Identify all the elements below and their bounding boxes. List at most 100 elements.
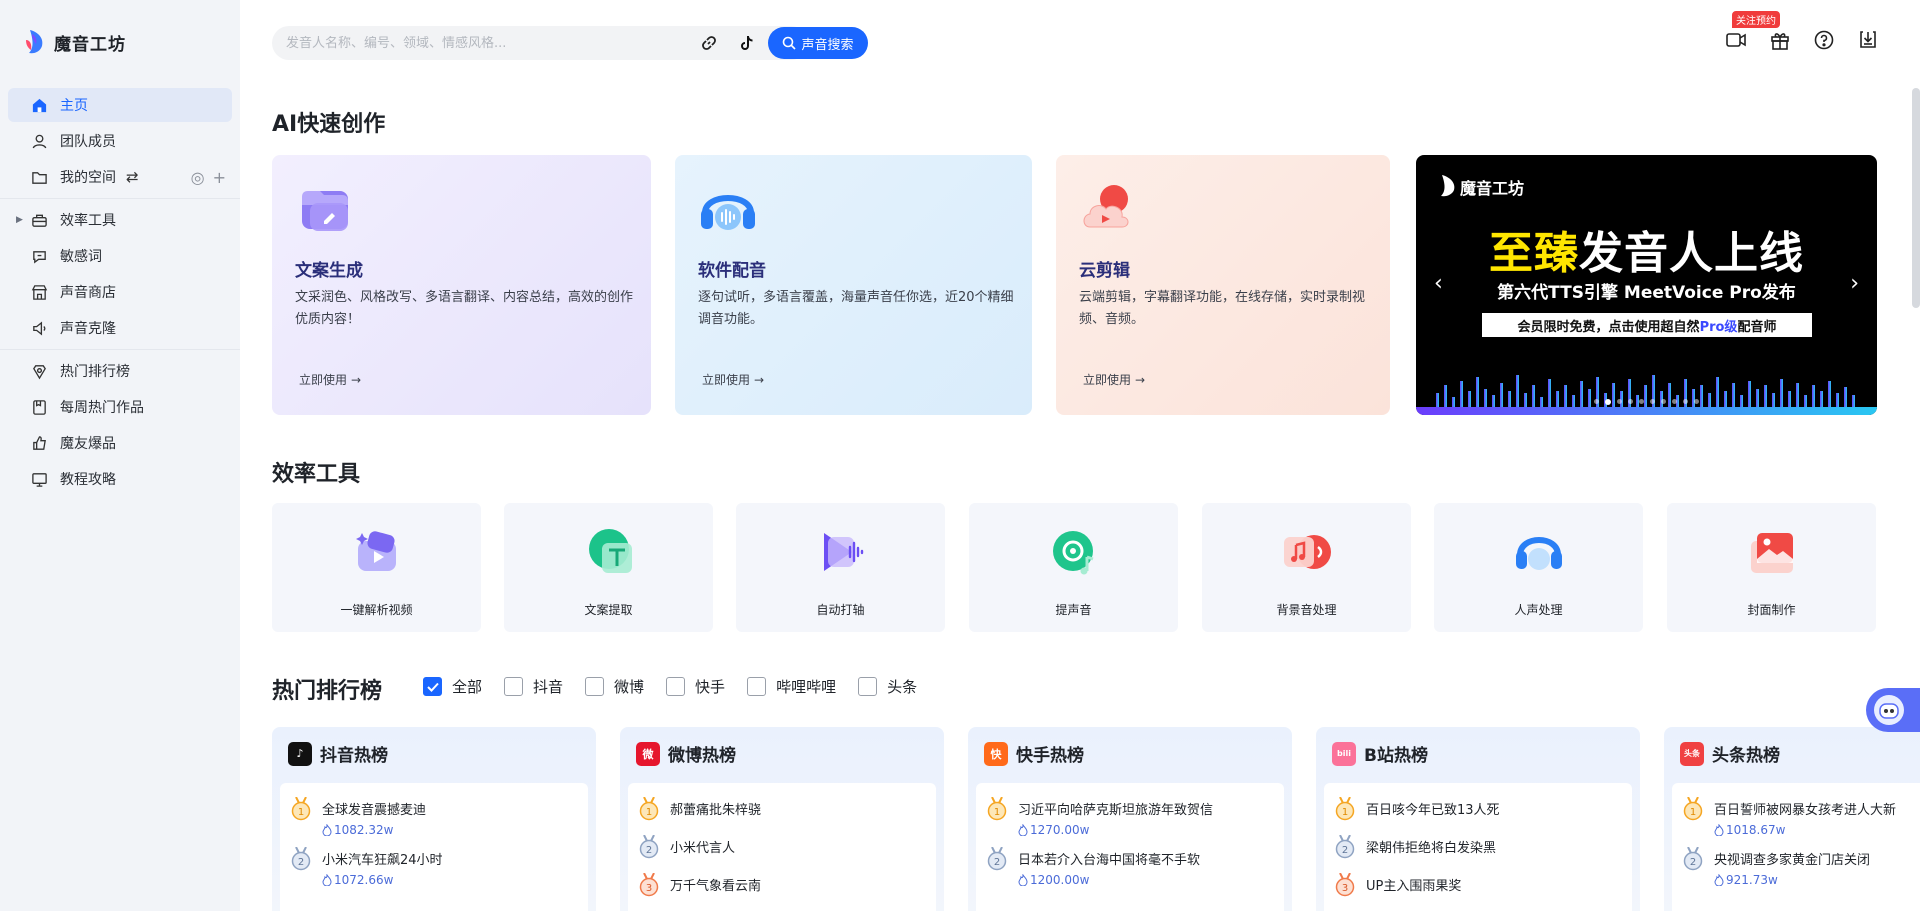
- sidebar-item-label: 团队成员: [60, 134, 116, 150]
- download-icon[interactable]: [1856, 28, 1880, 52]
- help-icon[interactable]: [1812, 28, 1836, 52]
- tool-extract-voice[interactable]: 提声音: [969, 503, 1178, 632]
- tool-extract-text[interactable]: 文案提取: [504, 503, 713, 632]
- item-title: 央视调查多家黄金门店关闭: [1714, 853, 1871, 868]
- filter-all[interactable]: 全部: [423, 676, 482, 697]
- voice-search-button[interactable]: 声音搜索: [768, 27, 868, 59]
- checkbox-checked[interactable]: [423, 677, 442, 696]
- carousel-dot[interactable]: [1594, 399, 1599, 404]
- tool-label: 自动打轴: [816, 603, 865, 617]
- banner-brand: 魔音工坊: [1460, 179, 1525, 198]
- brand[interactable]: 魔音工坊: [24, 28, 126, 56]
- sidebar-item-tutorial[interactable]: 教程攻略: [8, 462, 232, 496]
- banner-headline-highlight: 至臻: [1489, 228, 1579, 279]
- video-camera-icon[interactable]: [1724, 28, 1748, 52]
- settings-icon[interactable]: ◎: [191, 168, 205, 187]
- gift-icon[interactable]: [1768, 28, 1792, 52]
- checkbox[interactable]: [585, 677, 605, 696]
- software-dubbing-card[interactable]: 软件配音 逐句试听，多语言覆盖，海量声音任你选，近20个精细调音功能。 立即使用…: [675, 155, 1032, 415]
- filter-label: 头条: [887, 678, 918, 696]
- sidebar-item-my-space[interactable]: 我的空间 ⇄ ◎ +: [8, 160, 232, 194]
- background-audio-icon: [1283, 535, 1331, 569]
- link-icon[interactable]: [700, 34, 718, 52]
- add-icon[interactable]: +: [213, 168, 226, 187]
- carousel-dot[interactable]: [1672, 399, 1677, 404]
- gold-medal-icon: 1: [1683, 797, 1703, 821]
- douyin-board: ♪ 抖音热榜 1 全球发音震撼麦迪 1082.32w 2 小米汽车狂飙24小时 1…: [272, 727, 596, 911]
- auto-timeline-icon: [823, 533, 863, 571]
- svg-text:1: 1: [994, 807, 1000, 818]
- swap-icon[interactable]: ⇄: [126, 168, 139, 186]
- sidebar-item-label: 魔友爆品: [60, 436, 116, 452]
- sidebar-item-hits[interactable]: 魔友爆品: [8, 426, 232, 460]
- fire-icon: [1018, 874, 1028, 886]
- bilibili-logo-icon: bili: [1332, 741, 1356, 766]
- sensitive-icon: [30, 247, 48, 265]
- sidebar-item-label: 热门排行榜: [60, 364, 130, 380]
- filter-toutiao[interactable]: 头条: [858, 676, 917, 697]
- carousel-dot[interactable]: [1605, 399, 1611, 405]
- clone-icon: [30, 319, 48, 337]
- carousel-dot[interactable]: [1683, 399, 1688, 404]
- filter-weibo[interactable]: 微博: [585, 676, 644, 697]
- fire-icon: [322, 874, 332, 886]
- carousel-dot[interactable]: [1694, 399, 1699, 404]
- copywriting-card[interactable]: 文案生成 文采润色、风格改写、多语言翻译、内容总结，高效的创作优质内容！ 立即使…: [272, 155, 651, 415]
- scrollbar[interactable]: [1912, 88, 1920, 308]
- tiktok-icon[interactable]: [737, 34, 755, 52]
- use-now-link[interactable]: 立即使用 →: [698, 371, 764, 388]
- checkbox[interactable]: [747, 677, 767, 696]
- banner-next-arrow[interactable]: ›: [1850, 271, 1859, 296]
- silver-medal-icon: 2: [639, 835, 659, 859]
- search-input[interactable]: [286, 35, 666, 51]
- banner-prev-arrow[interactable]: ‹: [1434, 271, 1443, 296]
- use-now-link[interactable]: 立即使用 →: [295, 371, 361, 388]
- tool-vocal-process[interactable]: 人声处理: [1434, 503, 1643, 632]
- carousel-dot[interactable]: [1650, 399, 1655, 404]
- sidebar-item-team[interactable]: 团队成员: [8, 124, 232, 158]
- sidebar-item-rank[interactable]: 热门排行榜: [8, 354, 232, 388]
- checkbox[interactable]: [666, 677, 686, 696]
- sidebar-item-store[interactable]: 声音商店: [8, 275, 232, 309]
- sidebar-item-sensitive[interactable]: 敏感词: [8, 239, 232, 273]
- reserve-badge: 关注预约: [1732, 11, 1780, 28]
- checkbox[interactable]: [504, 677, 524, 696]
- tool-auto-timeline[interactable]: 自动打轴: [736, 503, 945, 632]
- filter-kuaishou[interactable]: 快手: [666, 676, 725, 697]
- assistant-float-button[interactable]: [1866, 688, 1920, 732]
- card-title: 文案生成: [295, 261, 363, 281]
- check-icon: [426, 682, 439, 692]
- banner-cta[interactable]: 会员限时免费，点击使用超自然 Pro级 配音师: [1482, 313, 1812, 337]
- promo-banner[interactable]: 魔音工坊 至臻发音人上线 第六代TTS引擎 MeetVoice Pro发布 会员…: [1416, 155, 1877, 415]
- filter-douyin[interactable]: 抖音: [504, 676, 563, 697]
- caret-right-icon[interactable]: ▶: [16, 215, 23, 225]
- checkbox[interactable]: [858, 677, 878, 696]
- svg-text:2: 2: [298, 857, 304, 868]
- silver-medal-icon: 2: [987, 847, 1007, 871]
- item-title: 习近平向哈萨克斯坦旅游年致贺信: [1018, 803, 1214, 818]
- arrow-right-icon: →: [351, 373, 362, 387]
- sidebar-item-home[interactable]: 主页: [8, 88, 232, 122]
- banner-logo-icon: [1441, 175, 1455, 197]
- use-now-link[interactable]: 立即使用 →: [1079, 371, 1145, 388]
- tool-background-audio[interactable]: 背景音处理: [1202, 503, 1411, 632]
- weibo-board: 微微博热榜 1 郝蕾痛批朱梓骁 2 小米代言人 3 万千气象看云南: [620, 727, 944, 911]
- extract-voice-icon: [1052, 531, 1093, 575]
- filter-bilibili[interactable]: 哔哩哔哩: [747, 676, 836, 697]
- carousel-dot[interactable]: [1639, 399, 1644, 404]
- carousel-dot[interactable]: [1661, 399, 1666, 404]
- sidebar-item-weekly[interactable]: 每周热门作品: [8, 390, 232, 424]
- board-list: 1 百日誓师被网暴女孩考进人大新 1018.67w 2 央视调查多家黄金门店关闭…: [1672, 783, 1920, 911]
- cloud-edit-card[interactable]: 云剪辑 云端剪辑，字幕翻译功能，在线存储，实时录制视频、音频。 立即使用 →: [1056, 155, 1390, 415]
- tool-cover-maker[interactable]: 封面制作: [1667, 503, 1876, 632]
- tool-parse-video[interactable]: 一键解析视频: [272, 503, 481, 632]
- use-now-label: 立即使用: [1083, 373, 1132, 387]
- sidebar-item-tools[interactable]: ▶ 效率工具: [8, 203, 232, 237]
- fire-icon: [1714, 824, 1724, 836]
- use-now-label: 立即使用: [702, 373, 751, 387]
- svg-text:2: 2: [1342, 845, 1348, 856]
- carousel-dot[interactable]: [1628, 399, 1633, 404]
- carousel-dot[interactable]: [1617, 399, 1622, 404]
- banner-headline-rest: 发音人上线: [1579, 228, 1804, 279]
- sidebar-item-clone[interactable]: 声音克隆: [8, 311, 232, 345]
